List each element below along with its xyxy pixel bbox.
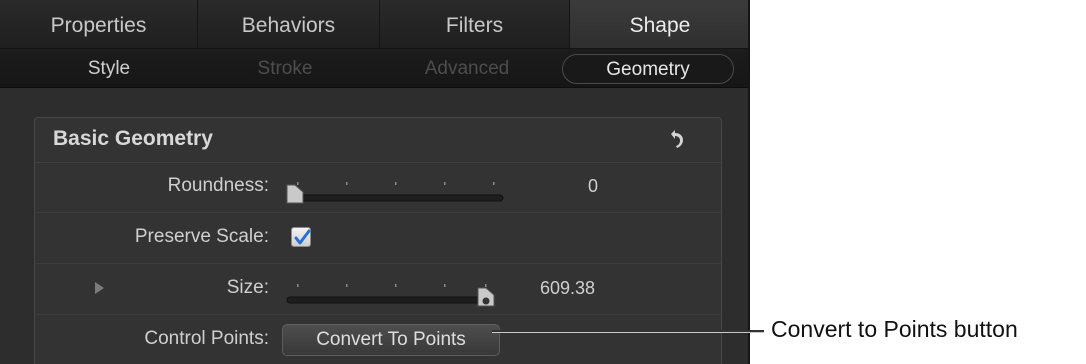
subtab-stroke[interactable]: Stroke <box>210 49 360 87</box>
subtab-style[interactable]: Style <box>34 49 184 87</box>
inspector-panel: Properties Behaviors Filters Shape Style… <box>0 0 750 364</box>
subtab-advanced[interactable]: Advanced <box>382 49 552 87</box>
shape-subtab-bar: Style Stroke Advanced Geometry <box>0 49 748 88</box>
roundness-row: Roundness: 0 <box>35 162 721 213</box>
roundness-slider[interactable] <box>285 182 505 212</box>
tab-filters[interactable]: Filters <box>380 0 570 48</box>
callout-label: Convert to Points button <box>771 316 1018 342</box>
tab-shape[interactable]: Shape <box>570 0 748 48</box>
basic-geometry-group: Basic Geometry Roundness: 0 Preserve Sca… <box>34 117 722 364</box>
preserve-scale-label: Preserve Scale: <box>134 226 269 247</box>
subtab-geometry[interactable]: Geometry <box>562 54 734 84</box>
size-slider[interactable] <box>285 284 505 314</box>
size-value[interactable]: 609.38 <box>540 278 595 299</box>
tab-behaviors[interactable]: Behaviors <box>198 0 380 48</box>
reset-arrow-icon[interactable] <box>665 128 687 150</box>
roundness-value[interactable]: 0 <box>588 176 598 197</box>
preserve-scale-checkbox[interactable] <box>291 227 311 247</box>
convert-to-points-button[interactable]: Convert To Points <box>282 324 500 356</box>
checkmark-icon <box>294 229 311 245</box>
control-points-row: Control Points: Convert To Points <box>35 315 721 364</box>
roundness-label: Roundness: <box>167 175 269 196</box>
size-label: Size: <box>226 277 269 298</box>
group-title: Basic Geometry <box>53 127 213 150</box>
callout-leader-line <box>492 330 764 333</box>
preserve-scale-row: Preserve Scale: <box>35 213 721 264</box>
inspector-tab-bar: Properties Behaviors Filters Shape <box>0 0 748 49</box>
group-header: Basic Geometry <box>35 118 721 163</box>
control-points-label: Control Points: <box>144 328 269 349</box>
disclosure-triangle-icon[interactable] <box>95 282 104 294</box>
size-row: Size: 609.38 <box>35 264 721 315</box>
tab-properties[interactable]: Properties <box>0 0 198 48</box>
